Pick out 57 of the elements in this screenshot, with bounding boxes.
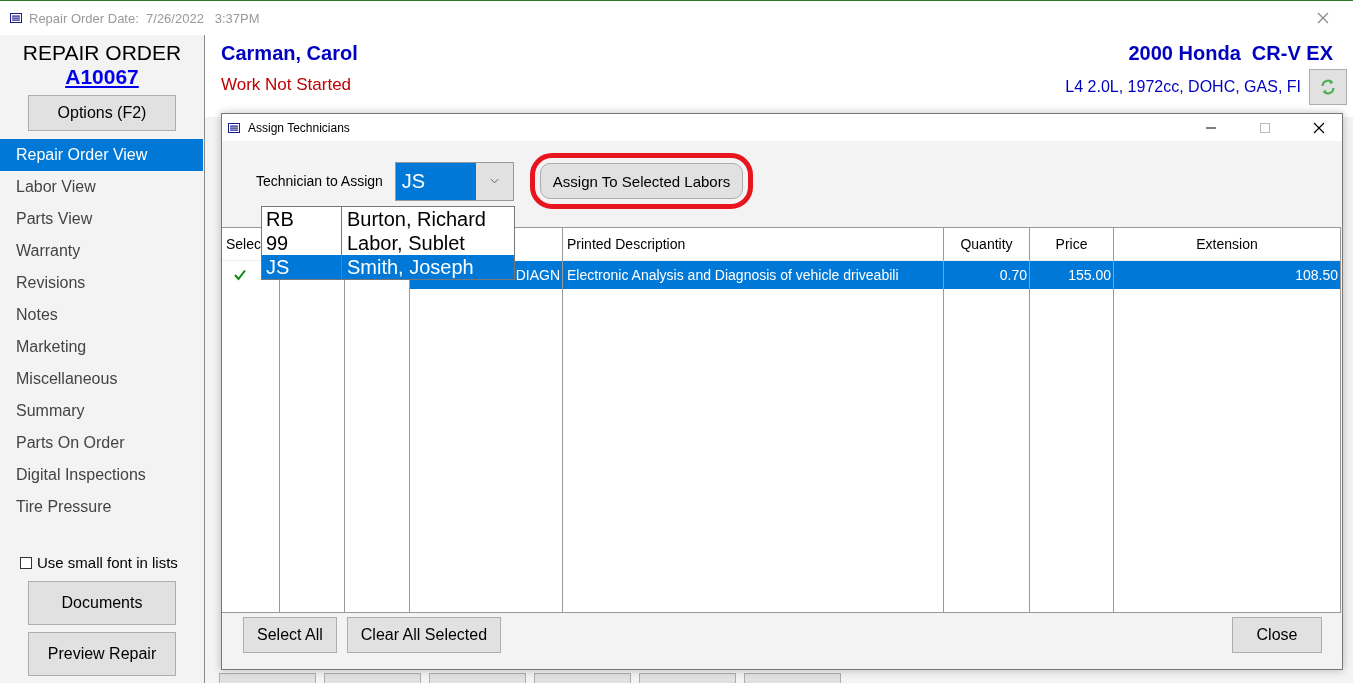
technician-dropdown[interactable]: JS [394,161,514,201]
table-cell: 108.50 [1295,267,1338,283]
footer-button[interactable]: Clear All Selected [346,617,502,653]
column-header[interactable]: Printed Description [567,236,686,252]
sidebar-item[interactable]: Labor View [0,171,204,203]
toolbar-button[interactable] [429,673,526,683]
checkbox[interactable] [20,556,32,569]
sidebar-item[interactable]: Parts On Order [0,427,204,459]
technician-option[interactable]: JS Smith, Joseph [262,255,514,279]
app-icon [228,122,240,133]
assign-button[interactable]: Assign To Selected Labors [539,163,744,199]
sidebar-item[interactable]: Marketing [0,331,204,363]
column-header[interactable]: Quantity [960,236,1013,252]
options-button[interactable]: Options (F2) [28,95,176,131]
dialog-title: Assign Technicians [248,120,350,135]
refresh-button[interactable] [1309,69,1347,105]
customer-name: Carman, Carol [221,42,358,65]
toolbar-button[interactable] [534,673,631,683]
sidebar-item[interactable]: Digital Inspections [0,459,204,491]
table-cell: 155.00 [1068,267,1111,283]
column-header[interactable]: Extension [1196,236,1258,252]
window-title: Repair Order Date: 7/26/2022 3:37PM [29,10,261,26]
sidebar-button[interactable]: Preview Repair [28,632,176,676]
sidebar-item[interactable]: Revisions [0,267,204,299]
sidebar-item[interactable]: Warranty [0,235,204,267]
table-cell: 0.70 [999,267,1027,283]
sidebar-heading: REPAIR ORDER [22,41,182,65]
sidebar-item[interactable]: Notes [0,299,204,331]
column-header[interactable]: Selec [226,236,262,252]
close-icon[interactable] [1313,121,1325,134]
sidebar-item[interactable]: Parts View [0,203,204,235]
vehicle-name: 2000 Honda CR-V EX [1128,42,1333,65]
toolbar-button[interactable] [744,673,841,683]
order-number-link[interactable]: A10067 [65,65,139,89]
checkbox-label: Use small font in lists [37,554,178,571]
sidebar-item[interactable]: Tire Pressure [0,491,204,523]
sidebar-button[interactable]: Documents [28,581,176,625]
sidebar-item[interactable]: Miscellaneous [0,363,204,395]
technician-option[interactable]: RB Burton, Richard [262,207,514,231]
app-icon [10,13,22,23]
footer-button[interactable]: Select All [243,617,337,653]
table-cell: Electronic Analysis and Diagnosis of vehicle driveabili [567,267,899,283]
sidebar-item[interactable]: Summary [0,395,204,427]
technician-label: Technician to Assign [256,173,383,189]
sidebar-item[interactable]: Repair Order View [0,139,203,171]
toolbar-button[interactable] [639,673,736,683]
column-header[interactable]: Price [1055,236,1088,252]
table-cell: DIAGN [515,267,560,283]
checkmark-icon[interactable] [234,269,246,281]
refresh-icon [1319,78,1337,96]
work-status: Work Not Started [221,75,353,95]
toolbar-button[interactable] [219,673,316,683]
close-button[interactable]: Close [1232,617,1322,653]
maximize-icon[interactable] [1259,121,1271,134]
engine-description: L4 2.0L, 1972cc, DOHC, GAS, FI [1065,78,1301,96]
toolbar-button[interactable] [324,673,421,683]
caret-icon [489,178,499,184]
